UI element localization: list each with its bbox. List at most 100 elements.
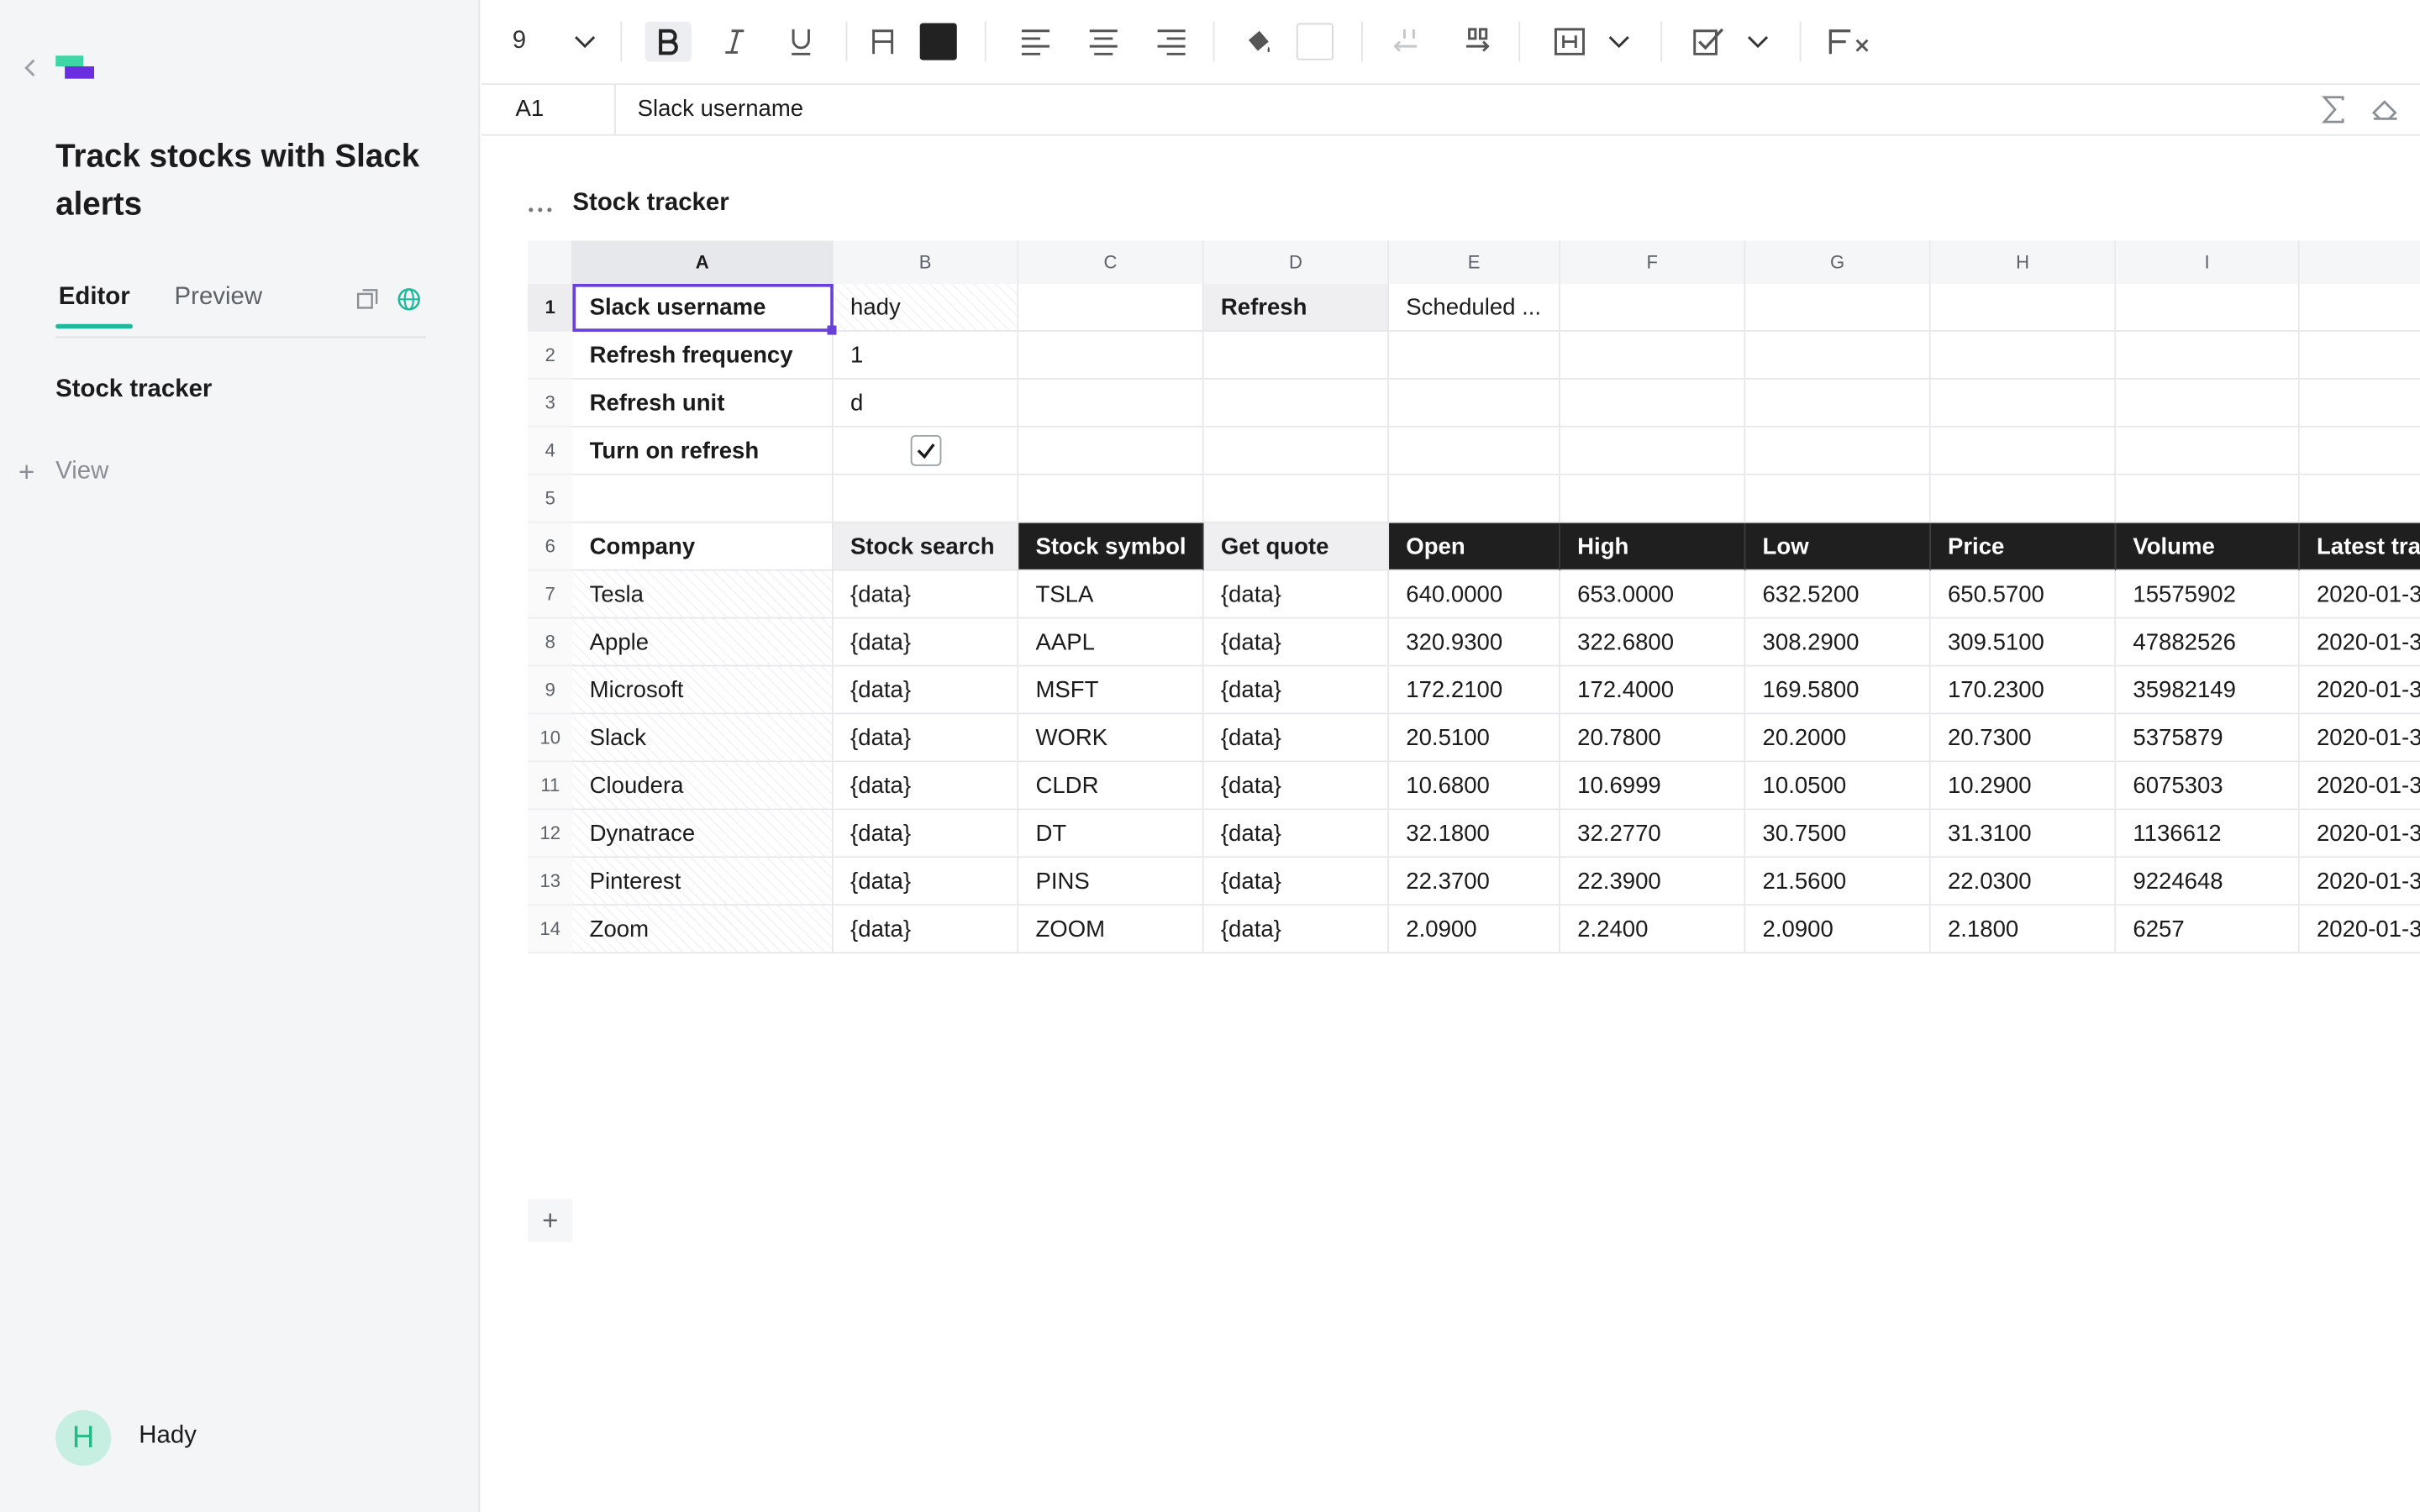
column-header[interactable]: C xyxy=(1018,240,1204,284)
table-cell[interactable]: hady xyxy=(833,283,1019,332)
table-cell[interactable]: {data} xyxy=(1203,906,1390,954)
column-header[interactable]: F xyxy=(1560,240,1746,284)
table-cell[interactable]: CLDR xyxy=(1018,762,1204,811)
align-left-button[interactable] xyxy=(1016,22,1056,62)
table-header-cell[interactable]: Get quote xyxy=(1203,522,1390,571)
row-header[interactable]: 4 xyxy=(528,427,573,475)
table-cell[interactable]: 32.1800 xyxy=(1389,810,1560,858)
table-cell[interactable]: 10.2900 xyxy=(1930,762,2117,811)
back-button[interactable] xyxy=(18,52,43,83)
duplicate-button[interactable] xyxy=(356,288,378,310)
table-cell[interactable] xyxy=(572,475,834,523)
column-header[interactable]: A xyxy=(572,240,834,284)
merge-button[interactable] xyxy=(1549,22,1590,62)
bold-button[interactable] xyxy=(644,21,692,62)
table-cell[interactable] xyxy=(1745,379,1931,428)
table-cell[interactable]: 2.2400 xyxy=(1560,906,1746,954)
text-color-button[interactable] xyxy=(865,22,902,62)
table-cell[interactable]: Refresh frequency xyxy=(572,331,834,380)
table-cell[interactable] xyxy=(2116,379,2300,428)
table-cell[interactable]: {data} xyxy=(833,714,1019,763)
document-title[interactable]: Track stocks with Slack alerts xyxy=(55,133,426,228)
column-header[interactable] xyxy=(2299,240,2420,284)
table-cell[interactable]: Pinterest xyxy=(572,858,834,906)
cell-reference[interactable]: A1 xyxy=(515,96,544,122)
table-cell[interactable]: {data} xyxy=(833,666,1019,715)
table-cell[interactable]: 20.2000 xyxy=(1745,714,1931,763)
table-cell[interactable] xyxy=(2299,475,2420,523)
table-cell[interactable] xyxy=(1745,427,1931,475)
table-cell[interactable]: 6257 xyxy=(2116,906,2300,954)
row-header[interactable]: 14 xyxy=(528,906,573,954)
table-cell[interactable]: 30.7500 xyxy=(1745,810,1931,858)
table-header-cell[interactable]: Company xyxy=(572,522,834,571)
column-header[interactable]: D xyxy=(1203,240,1390,284)
turn-on-refresh-checkbox[interactable] xyxy=(910,434,942,466)
sidebar-item-stock-tracker[interactable]: Stock tracker xyxy=(55,376,212,404)
table-cell[interactable]: 2.0900 xyxy=(1745,906,1931,954)
table-cell[interactable]: 1136612 xyxy=(2116,810,2300,858)
table-cell[interactable] xyxy=(1018,379,1204,428)
table-cell[interactable]: 2020-01-3 xyxy=(2299,810,2420,858)
table-cell[interactable]: 653.0000 xyxy=(1560,570,1746,619)
align-center-button[interactable] xyxy=(1083,22,1123,62)
table-cell[interactable]: 2020-01-3 xyxy=(2299,906,2420,954)
table-cell[interactable]: 2020-01-3 xyxy=(2299,618,2420,667)
app-logo[interactable] xyxy=(55,55,96,80)
italic-button[interactable] xyxy=(713,22,756,62)
table-cell[interactable] xyxy=(2299,379,2420,428)
table-cell[interactable]: AAPL xyxy=(1018,618,1204,667)
table-cell[interactable] xyxy=(1203,331,1390,380)
table-cell[interactable]: {data} xyxy=(1203,762,1390,811)
table-cell[interactable]: 650.5700 xyxy=(1930,570,2117,619)
table-cell[interactable] xyxy=(1018,331,1204,380)
table-cell[interactable] xyxy=(1930,283,2117,332)
table-cell[interactable] xyxy=(1560,283,1746,332)
indent-decrease-button[interactable] xyxy=(1389,22,1429,62)
table-cell[interactable]: 632.5200 xyxy=(1745,570,1931,619)
table-cell[interactable] xyxy=(1203,475,1390,523)
clear-format-button[interactable] xyxy=(1824,22,1876,62)
table-cell[interactable]: {data} xyxy=(833,858,1019,906)
row-header[interactable]: 7 xyxy=(528,570,573,619)
table-header-cell[interactable]: Open xyxy=(1389,522,1560,571)
table-cell[interactable]: 35982149 xyxy=(2116,666,2300,715)
table-cell[interactable]: Apple xyxy=(572,618,834,667)
table-cell[interactable] xyxy=(1389,379,1560,428)
table-cell[interactable]: 10.6999 xyxy=(1560,762,1746,811)
tab-preview[interactable]: Preview xyxy=(175,284,263,327)
underline-button[interactable] xyxy=(780,22,823,62)
column-header[interactable]: I xyxy=(2116,240,2300,284)
table-cell[interactable] xyxy=(1930,379,2117,428)
row-header[interactable]: 8 xyxy=(528,618,573,667)
table-cell[interactable]: 20.5100 xyxy=(1389,714,1560,763)
table-cell[interactable] xyxy=(833,475,1019,523)
table-cell[interactable]: 22.3900 xyxy=(1560,858,1746,906)
table-cell[interactable]: {data} xyxy=(1203,810,1390,858)
table-cell[interactable]: 2.0900 xyxy=(1389,906,1560,954)
row-header[interactable]: 12 xyxy=(528,810,573,858)
column-header[interactable]: E xyxy=(1389,240,1560,284)
table-cell[interactable] xyxy=(1203,379,1390,428)
table-cell[interactable]: PINS xyxy=(1018,858,1204,906)
table-cell[interactable]: 2020-01-3 xyxy=(2299,570,2420,619)
table-cell[interactable] xyxy=(1018,283,1204,332)
indent-increase-button[interactable] xyxy=(1457,22,1497,62)
grid-corner[interactable] xyxy=(528,240,573,284)
tab-editor[interactable]: Editor xyxy=(55,284,134,329)
table-cell[interactable] xyxy=(1560,475,1746,523)
table-cell[interactable]: Zoom xyxy=(572,906,834,954)
sheet-title[interactable]: Stock tracker xyxy=(572,190,729,218)
table-cell[interactable] xyxy=(2116,331,2300,380)
checkbox-dropdown[interactable] xyxy=(1741,22,1775,62)
table-cell[interactable]: ZOOM xyxy=(1018,906,1204,954)
table-cell[interactable]: 640.0000 xyxy=(1389,570,1560,619)
row-header[interactable]: 2 xyxy=(528,331,573,380)
table-cell[interactable] xyxy=(2116,283,2300,332)
table-cell[interactable]: {data} xyxy=(1203,618,1390,667)
table-cell[interactable]: 322.6800 xyxy=(1560,618,1746,667)
table-cell[interactable]: Cloudera xyxy=(572,762,834,811)
user-profile[interactable]: H Hady xyxy=(55,1410,364,1466)
row-header[interactable]: 9 xyxy=(528,666,573,715)
row-header[interactable]: 13 xyxy=(528,858,573,906)
